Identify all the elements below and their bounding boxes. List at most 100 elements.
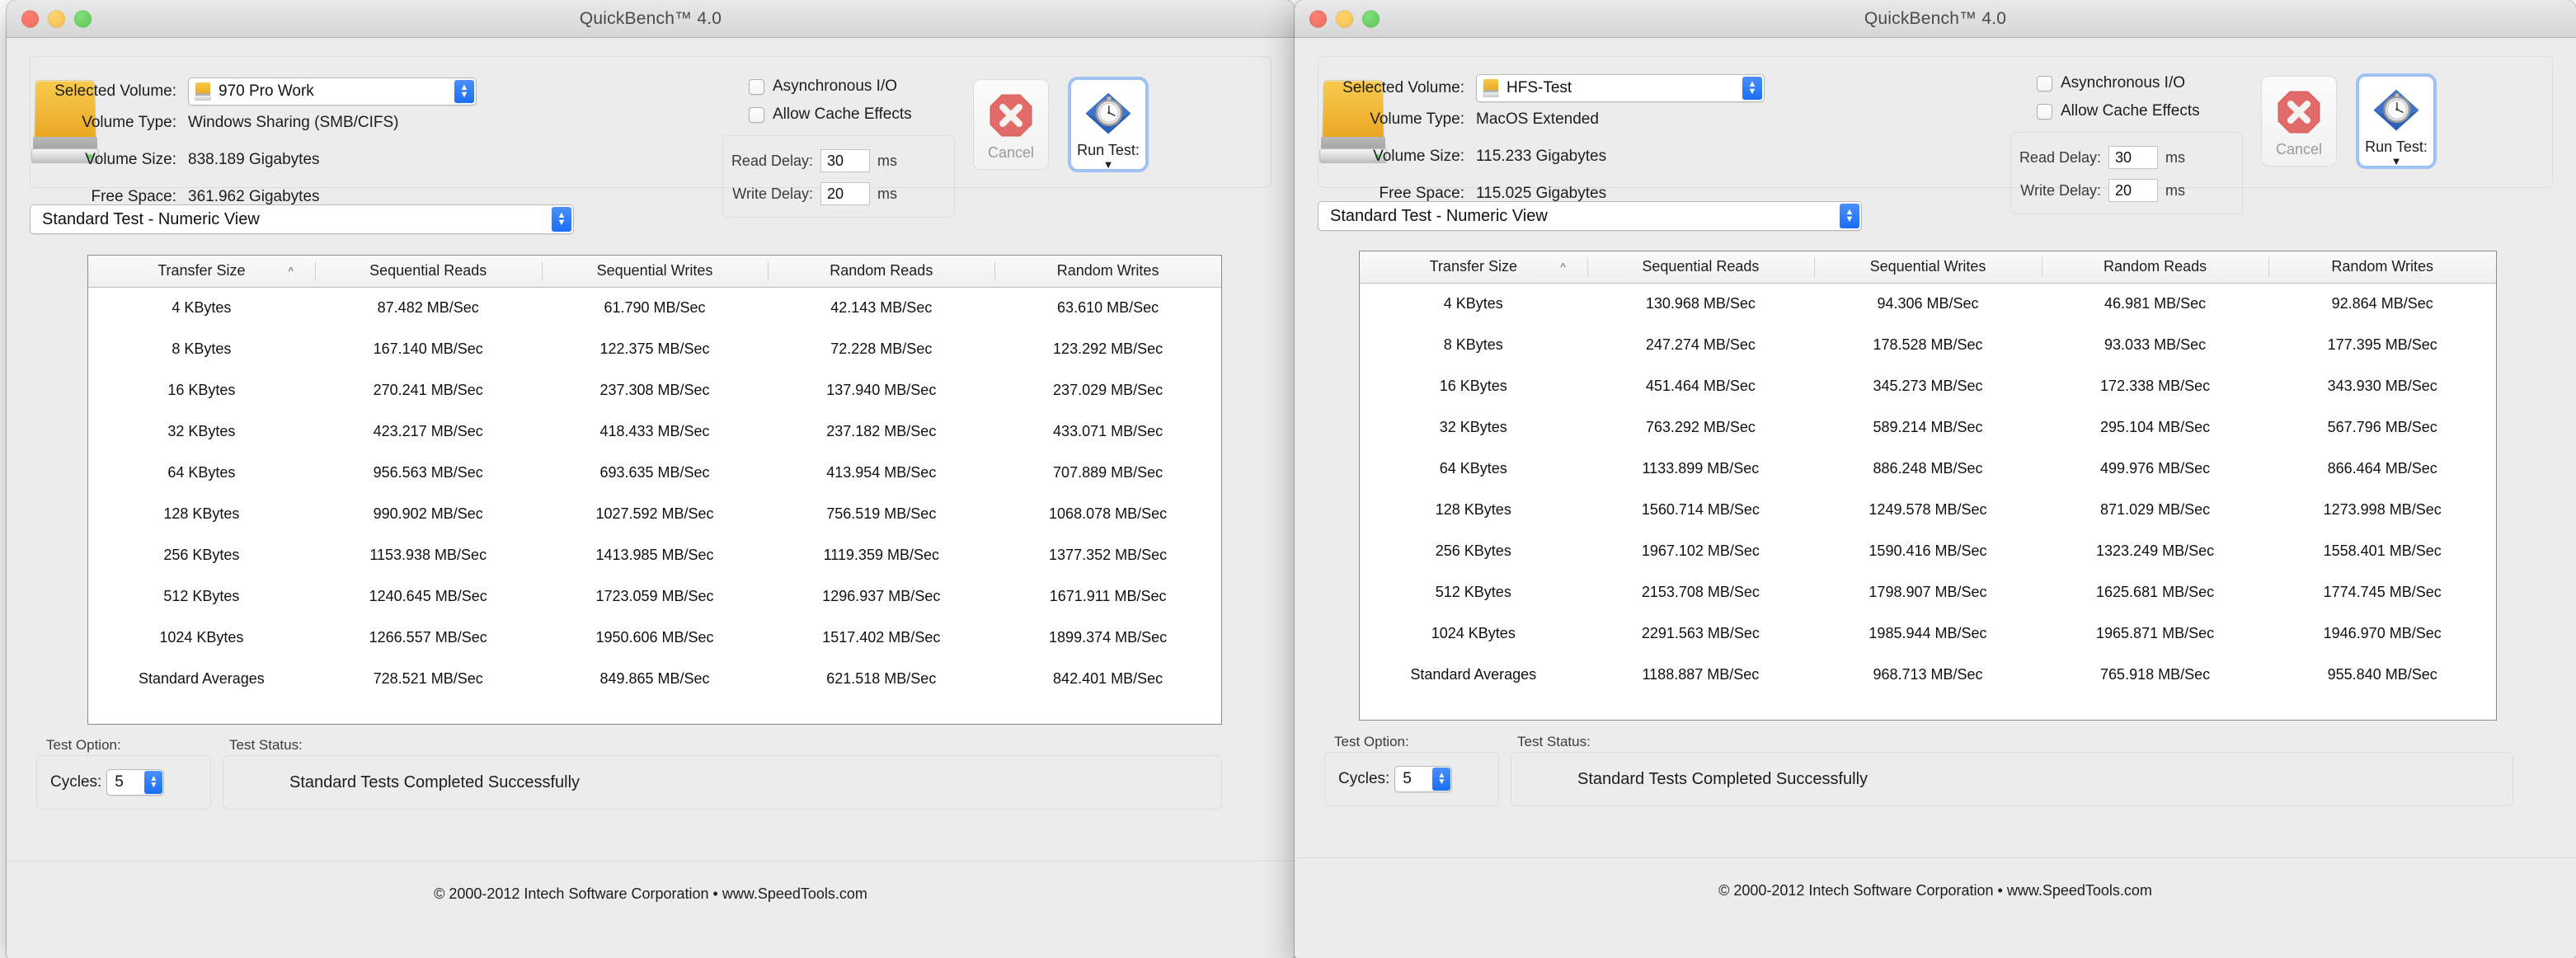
close-button-icon[interactable] — [21, 10, 39, 27]
table-row[interactable]: 128 KBytes 1560.714 MB/Sec 1249.578 MB/Sec… — [1360, 489, 2496, 530]
table-row[interactable]: 64 KBytes 956.563 MB/Sec 693.635 MB/Sec 413… — [88, 452, 1221, 493]
allow-cache-checkbox-row-left[interactable]: Allow Cache Effects — [749, 106, 912, 124]
run-test-button-left[interactable]: Run Test: ▼ — [1070, 79, 1146, 170]
zoom-button-icon[interactable] — [1362, 10, 1380, 27]
column-header-transfer-size[interactable]: Transfer Size ^ — [88, 256, 315, 288]
async-io-checkbox-row-right[interactable]: Asynchronous I/O — [2037, 74, 2185, 92]
chevron-up-down-icon[interactable]: ▲ ▼ — [454, 80, 474, 103]
column-header-sequential-reads[interactable]: Sequential Reads — [1586, 251, 1815, 284]
results-table-container-right[interactable]: Transfer Size ^ Sequential Reads Sequent… — [1359, 251, 2497, 721]
chevron-up-down-icon[interactable]: ▲ ▼ — [1742, 77, 1762, 100]
selected-volume-label: Selected Volume: — [1342, 79, 1464, 96]
run-test-button-label: Run Test: — [1077, 142, 1140, 158]
chevron-up-down-icon[interactable]: ▲ ▼ — [1432, 768, 1451, 791]
minimize-button-icon[interactable] — [48, 10, 65, 27]
column-header-sequential-writes[interactable]: Sequential Writes — [1814, 251, 2042, 284]
column-header-random-writes[interactable]: Random Writes — [994, 256, 1221, 288]
allow-cache-checkbox-row-right[interactable]: Allow Cache Effects — [2037, 102, 2200, 120]
column-header-random-reads[interactable]: Random Reads — [2041, 251, 2269, 284]
volume-size-row-right: Volume Size: 115.233 Gigabytes — [1321, 148, 1606, 166]
cell-value: 343.930 MB/Sec — [2327, 377, 2437, 394]
chevron-up-down-icon[interactable]: ▲ ▼ — [144, 771, 163, 794]
column-header-random-writes[interactable]: Random Writes — [2268, 251, 2496, 284]
table-row[interactable]: 16 KBytes 451.464 MB/Sec 345.273 MB/Sec 172… — [1360, 365, 2496, 406]
column-header-sequential-reads[interactable]: Sequential Reads — [314, 256, 542, 288]
write-delay-input-right[interactable]: 20 — [2108, 179, 2158, 202]
async-io-checkbox-row-left[interactable]: Asynchronous I/O — [749, 77, 897, 96]
table-row[interactable]: 32 KBytes 423.217 MB/Sec 418.433 MB/Sec 237… — [88, 411, 1221, 452]
allow-cache-checkbox[interactable] — [749, 106, 764, 123]
close-button-icon[interactable] — [1309, 10, 1327, 27]
run-test-button-right[interactable]: Run Test: ▼ — [2358, 76, 2434, 167]
async-io-checkbox[interactable] — [2037, 75, 2052, 92]
table-row[interactable]: 16 KBytes 270.241 MB/Sec 237.308 MB/Sec 137… — [88, 369, 1221, 411]
table-row[interactable]: Standard Averages 728.521 MB/Sec 849.865 M… — [88, 658, 1221, 699]
zoom-button-icon[interactable] — [74, 10, 92, 27]
cancel-button-left[interactable]: Cancel — [973, 79, 1049, 170]
cell-transfer-size: 128 KBytes — [163, 505, 240, 522]
traffic-light-group-left[interactable] — [21, 10, 92, 27]
cycles-input-left[interactable]: 5 ▲ ▼ — [106, 769, 165, 796]
traffic-light-group-right[interactable] — [1309, 10, 1380, 27]
table-row[interactable]: 8 KBytes 247.274 MB/Sec 178.528 MB/Sec 93.0… — [1360, 324, 2496, 365]
read-delay-row-right: Read Delay: 30 ms — [2011, 146, 2185, 169]
table-row[interactable]: 8 KBytes 167.140 MB/Sec 122.375 MB/Sec 72.2… — [88, 328, 1221, 369]
allow-cache-checkbox[interactable] — [2037, 103, 2052, 120]
table-row[interactable]: 64 KBytes 1133.899 MB/Sec 886.248 MB/Sec 49… — [1360, 448, 2496, 489]
selected-volume-combo-right[interactable]: HFS-Test ▲ ▼ — [1476, 74, 1765, 102]
minimize-button-icon[interactable] — [1336, 10, 1353, 27]
allow-cache-label: Allow Cache Effects — [2061, 102, 2200, 120]
test-option-group-left: Cycles: 5 ▲ ▼ — [36, 755, 211, 810]
chevron-up-down-icon[interactable]: ▲ ▼ — [1840, 204, 1859, 228]
table-row[interactable]: 256 KBytes 1153.938 MB/Sec 1413.985 MB/Sec… — [88, 534, 1221, 575]
cell-value: 167.140 MB/Sec — [373, 340, 483, 357]
cell-transfer-size: 8 KBytes — [172, 340, 232, 357]
cycles-input-right[interactable]: 5 ▲ ▼ — [1394, 766, 1453, 792]
table-row[interactable]: 128 KBytes 990.902 MB/Sec 1027.592 MB/Sec 7… — [88, 493, 1221, 534]
read-delay-input-right[interactable]: 30 — [2108, 146, 2158, 169]
quickbench-window-left[interactable]: QuickBench™ 4.0 Selected Volume: 970 Pro… — [7, 0, 1295, 958]
table-row[interactable]: 512 KBytes 2153.708 MB/Sec 1798.907 MB/Sec… — [1360, 571, 2496, 613]
chevron-up-down-icon[interactable]: ▲ ▼ — [552, 207, 571, 232]
table-row[interactable]: 1024 KBytes 1266.557 MB/Sec 1950.606 MB/Se… — [88, 617, 1221, 658]
footer-divider-left — [7, 861, 1295, 862]
cell-value: 1249.578 MB/Sec — [1869, 500, 1987, 518]
chevron-down-icon[interactable]: ▼ — [1103, 159, 1114, 170]
column-header-sequential-writes[interactable]: Sequential Writes — [541, 256, 769, 288]
test-option-group-right: Cycles: 5 ▲ ▼ — [1324, 752, 1499, 806]
table-row[interactable]: 1024 KBytes 2291.563 MB/Sec 1985.944 MB/Se… — [1360, 613, 2496, 654]
titlebar-right[interactable]: QuickBench™ 4.0 — [1295, 0, 2576, 38]
write-delay-row-left: Write Delay: 20 ms — [723, 182, 897, 205]
read-delay-row-left: Read Delay: 30 ms — [723, 149, 897, 172]
cancel-button-right[interactable]: Cancel — [2261, 76, 2337, 167]
async-io-label: Asynchronous I/O — [2061, 74, 2186, 92]
cycles-value: 5 — [1403, 770, 1412, 787]
cell-value: 763.292 MB/Sec — [1645, 418, 1756, 435]
results-table-container-left[interactable]: Transfer Size ^ Sequential Reads Sequent… — [87, 255, 1222, 725]
delay-group-right: Read Delay: 30 ms Write Delay: 20 ms — [2010, 132, 2243, 214]
cell-value: 122.375 MB/Sec — [599, 340, 710, 357]
chevron-down-icon[interactable]: ▼ — [2391, 156, 2402, 167]
quickbench-window-right[interactable]: QuickBench™ 4.0 Selected Volume: HFS-Tes… — [1295, 0, 2576, 958]
table-row[interactable]: 256 KBytes 1967.102 MB/Sec 1590.416 MB/Sec… — [1360, 530, 2496, 571]
async-io-checkbox[interactable] — [749, 78, 764, 95]
cell-value: 1133.899 MB/Sec — [1642, 459, 1760, 477]
cell-transfer-size: 4 KBytes — [172, 298, 232, 316]
titlebar-left[interactable]: QuickBench™ 4.0 — [7, 0, 1295, 38]
column-header-transfer-size[interactable]: Transfer Size ^ — [1360, 251, 1587, 284]
column-header-random-reads[interactable]: Random Reads — [768, 256, 995, 288]
table-row[interactable]: 32 KBytes 763.292 MB/Sec 589.214 MB/Sec 295… — [1360, 406, 2496, 448]
write-delay-input-left[interactable]: 20 — [820, 182, 870, 205]
cell-value: 46.981 MB/Sec — [2104, 294, 2207, 312]
table-row[interactable]: 512 KBytes 1240.645 MB/Sec 1723.059 MB/Sec… — [88, 575, 1221, 617]
selected-volume-combo-left[interactable]: 970 Pro Work ▲ ▼ — [188, 77, 477, 106]
view-mode-select-right[interactable]: Standard Test - Numeric View ▲ ▼ — [1318, 201, 1862, 231]
table-row[interactable]: 4 KBytes 130.968 MB/Sec 94.306 MB/Sec 46.98… — [1360, 283, 2496, 324]
table-row[interactable]: 4 KBytes 87.482 MB/Sec 61.790 MB/Sec 42.143… — [88, 287, 1221, 328]
cell-value: 451.464 MB/Sec — [1645, 377, 1756, 394]
read-delay-input-left[interactable]: 30 — [820, 149, 870, 172]
view-mode-select-left[interactable]: Standard Test - Numeric View ▲ ▼ — [30, 204, 574, 234]
cell-value: 433.071 MB/Sec — [1053, 422, 1163, 439]
table-row[interactable]: Standard Averages 1188.887 MB/Sec 968.713 … — [1360, 654, 2496, 695]
selected-volume-label: Selected Volume: — [54, 82, 176, 100]
